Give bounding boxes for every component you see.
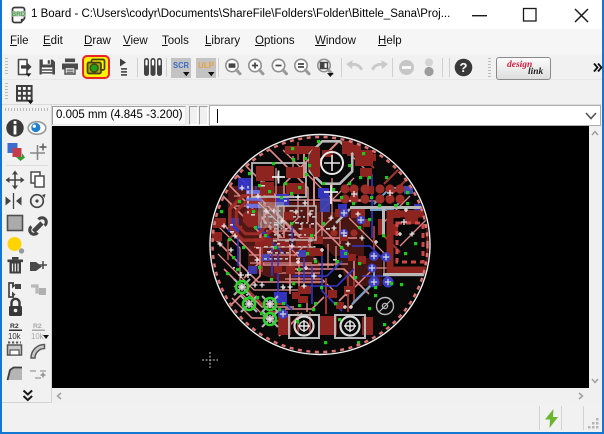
svg-text:R2: R2 <box>33 323 42 330</box>
svg-text:?: ? <box>460 60 468 75</box>
svg-text:R2: R2 <box>10 323 19 330</box>
svg-text:10k: 10k <box>8 332 21 341</box>
svg-text:10k: 10k <box>31 332 44 341</box>
svg-text:BRD: BRD <box>12 11 26 18</box>
